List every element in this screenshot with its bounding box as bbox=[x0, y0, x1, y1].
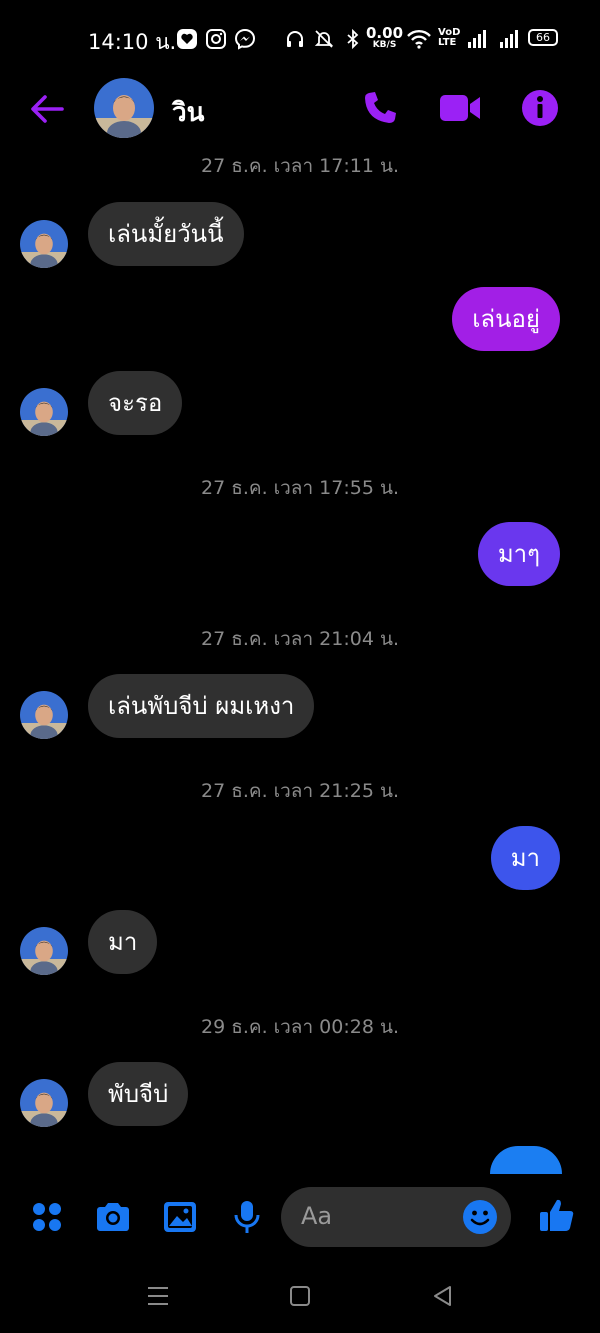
back-arrow-icon[interactable] bbox=[28, 90, 66, 128]
instagram-icon bbox=[206, 29, 226, 49]
message-incoming[interactable]: จะรอ bbox=[88, 371, 183, 435]
timestamp: 27 ธ.ค. เวลา 17:11 น. bbox=[201, 155, 399, 177]
wifi-icon bbox=[407, 30, 431, 49]
message-outgoing[interactable]: เล่นอยู่ bbox=[452, 287, 560, 351]
signal-icon-1 bbox=[468, 30, 486, 48]
phone-call-icon[interactable] bbox=[360, 88, 400, 128]
apps-grid-icon[interactable] bbox=[27, 1197, 67, 1237]
network-speed: 0.00 KB/S bbox=[366, 24, 404, 51]
sender-avatar[interactable] bbox=[20, 388, 68, 436]
muted-bell-icon bbox=[314, 30, 334, 48]
menu-lines-icon[interactable] bbox=[145, 1283, 171, 1309]
sender-avatar[interactable] bbox=[20, 927, 68, 975]
sender-avatar[interactable] bbox=[20, 691, 68, 739]
home-square-icon[interactable] bbox=[287, 1283, 313, 1309]
timestamp: 27 ธ.ค. เวลา 17:55 น. bbox=[201, 477, 399, 499]
bluetooth-icon bbox=[347, 28, 359, 50]
info-icon[interactable] bbox=[520, 88, 560, 128]
message-outgoing[interactable]: มาๆ bbox=[477, 522, 560, 586]
status-time: 14:10 น. bbox=[88, 30, 177, 54]
avatar-photo bbox=[20, 220, 68, 268]
message-incoming[interactable]: พับจีบ่ bbox=[88, 1062, 189, 1126]
contact-avatar[interactable] bbox=[94, 78, 154, 138]
avatar-photo bbox=[20, 1079, 68, 1127]
network-speed-value: 0.00 bbox=[366, 24, 404, 42]
battery-indicator: 66 bbox=[528, 29, 558, 46]
message-input-placeholder: Aa bbox=[301, 1202, 333, 1230]
microphone-icon[interactable] bbox=[227, 1197, 267, 1237]
avatar-photo bbox=[20, 691, 68, 739]
avatar-photo bbox=[94, 78, 154, 138]
emoji-icon[interactable] bbox=[462, 1199, 498, 1235]
contact-name[interactable]: วิน bbox=[172, 92, 204, 133]
camera-icon[interactable] bbox=[93, 1197, 133, 1237]
sender-avatar[interactable] bbox=[20, 1079, 68, 1127]
heart-app-icon bbox=[177, 29, 197, 49]
avatar-photo bbox=[20, 388, 68, 436]
messenger-icon bbox=[234, 28, 256, 50]
status-bar: 14:10 น. 0.00 KB/S VoD LTE 66 bbox=[0, 0, 600, 78]
message-incoming[interactable]: เล่นมั้ยวันนี้ bbox=[88, 202, 244, 266]
gallery-icon[interactable] bbox=[160, 1197, 200, 1237]
timestamp: 27 ธ.ค. เวลา 21:04 น. bbox=[201, 628, 399, 650]
volte-indicator: VoD LTE bbox=[438, 28, 460, 48]
signal-icon-2 bbox=[500, 30, 518, 48]
timestamp: 27 ธ.ค. เวลา 21:25 น. bbox=[201, 780, 399, 802]
message-outgoing[interactable]: มา bbox=[490, 826, 560, 890]
timestamp: 29 ธ.ค. เวลา 00:28 น. bbox=[201, 1016, 399, 1038]
message-outgoing-partial[interactable] bbox=[490, 1146, 562, 1174]
sender-avatar[interactable] bbox=[20, 220, 68, 268]
back-triangle-icon[interactable] bbox=[430, 1283, 456, 1309]
message-incoming[interactable]: มา bbox=[88, 910, 158, 974]
avatar-photo bbox=[20, 927, 68, 975]
like-thumbs-up-icon[interactable] bbox=[537, 1195, 577, 1235]
video-call-icon[interactable] bbox=[438, 92, 482, 124]
message-incoming[interactable]: เล่นพับจีบ่ ผมเหงา bbox=[88, 674, 315, 738]
volte-bottom: LTE bbox=[438, 37, 457, 48]
headphones-icon bbox=[287, 31, 303, 47]
